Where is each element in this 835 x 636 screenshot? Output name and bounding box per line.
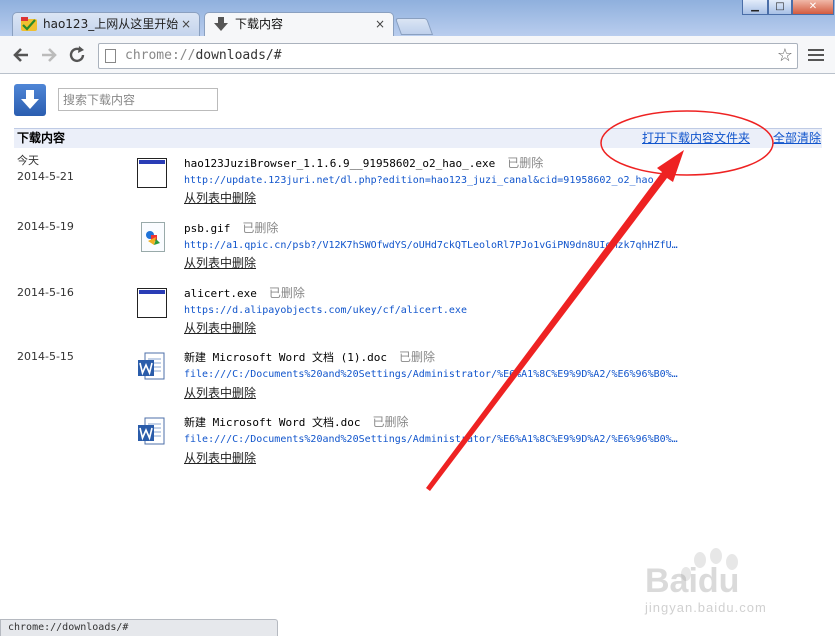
downloads-header: 下载内容 打开下载内容文件夹 全部清除 [14,128,822,148]
exe-icon [137,288,167,318]
exe-icon [137,158,167,188]
download-status: 已删除 [372,415,409,429]
download-file-name[interactable]: psb.gif 已删除 [184,221,278,236]
date-label: 2014-5-16 [17,286,74,299]
date-today-label: 今天 [17,154,39,167]
tab-label: 下载内容 [235,17,284,31]
download-status: 已删除 [398,350,435,364]
download-url-link[interactable]: file:///C:/Documents%20and%20Settings/Ad… [184,368,684,382]
new-tab-button[interactable] [394,18,434,35]
date-label: 2014-5-21 [17,170,74,183]
download-file-name[interactable]: 新建 Microsoft Word 文档.doc 已删除 [184,415,408,430]
gif-icon [141,222,165,252]
remove-from-list-link[interactable]: 从列表中删除 [184,256,256,270]
download-url-link[interactable]: https://d.alipayobjects.com/ukey/cf/alic… [184,304,684,318]
date-label: 2014-5-19 [17,220,74,233]
forward-arrow-icon[interactable] [38,44,60,66]
tab-close-icon[interactable]: × [181,13,191,35]
word-doc-icon [138,352,165,380]
address-url[interactable]: chrome://downloads/# [125,44,282,68]
open-downloads-folder-link[interactable]: 打开下载内容文件夹 [642,129,750,148]
date-label: 2014-5-15 [17,350,74,363]
remove-from-list-link[interactable]: 从列表中删除 [184,386,256,400]
hao123-favicon-icon [21,17,37,31]
download-url-link[interactable]: http://a1.qpic.cn/psb?/V12K7hSWOfwdYS/oU… [184,239,684,253]
remove-from-list-link[interactable]: 从列表中删除 [184,451,256,465]
menu-icon[interactable] [808,47,824,63]
download-url-link[interactable]: file:///C:/Documents%20and%20Settings/Ad… [184,433,684,447]
clear-all-link[interactable]: 全部清除 [773,129,821,148]
minimize-button[interactable]: ▁ [742,0,768,15]
download-status: 已删除 [242,221,279,235]
watermark-text: Baidu [645,562,740,600]
tab-hao123[interactable]: hao123_上网从这里开始 × [12,12,200,36]
download-file-name[interactable]: hao123JuziBrowser_1.1.6.9__91958602_o2_h… [184,156,543,171]
maximize-button[interactable]: □ [768,0,792,15]
tab-downloads[interactable]: 下载内容 × [204,12,394,37]
back-arrow-icon[interactable] [10,44,32,66]
close-window-button[interactable]: ✕ [792,0,834,15]
watermark-subtext: jingyan.baidu.com [645,600,767,615]
downloads-logo-icon [14,84,46,116]
bookmark-star-icon[interactable]: ☆ [777,45,793,67]
remove-from-list-link[interactable]: 从列表中删除 [184,321,256,335]
tab-close-icon[interactable]: × [375,13,385,35]
address-bar[interactable]: chrome://downloads/# ☆ [98,43,798,69]
reload-icon[interactable] [66,44,88,66]
word-doc-icon [138,417,165,445]
page-icon [105,49,116,63]
download-file-name[interactable]: 新建 Microsoft Word 文档 (1).doc 已删除 [184,350,435,365]
download-arrow-icon [214,17,228,31]
download-status: 已删除 [268,286,305,300]
download-file-name[interactable]: alicert.exe 已删除 [184,286,305,301]
search-input[interactable] [58,88,218,111]
download-status: 已删除 [507,156,544,170]
remove-from-list-link[interactable]: 从列表中删除 [184,191,256,205]
download-url-link[interactable]: http://update.123juri.net/dl.php?edition… [184,174,684,188]
status-bar: chrome://downloads/# [0,619,278,636]
tab-label: hao123_上网从这里开始 [43,17,179,31]
page-title: 下载内容 [17,131,66,145]
